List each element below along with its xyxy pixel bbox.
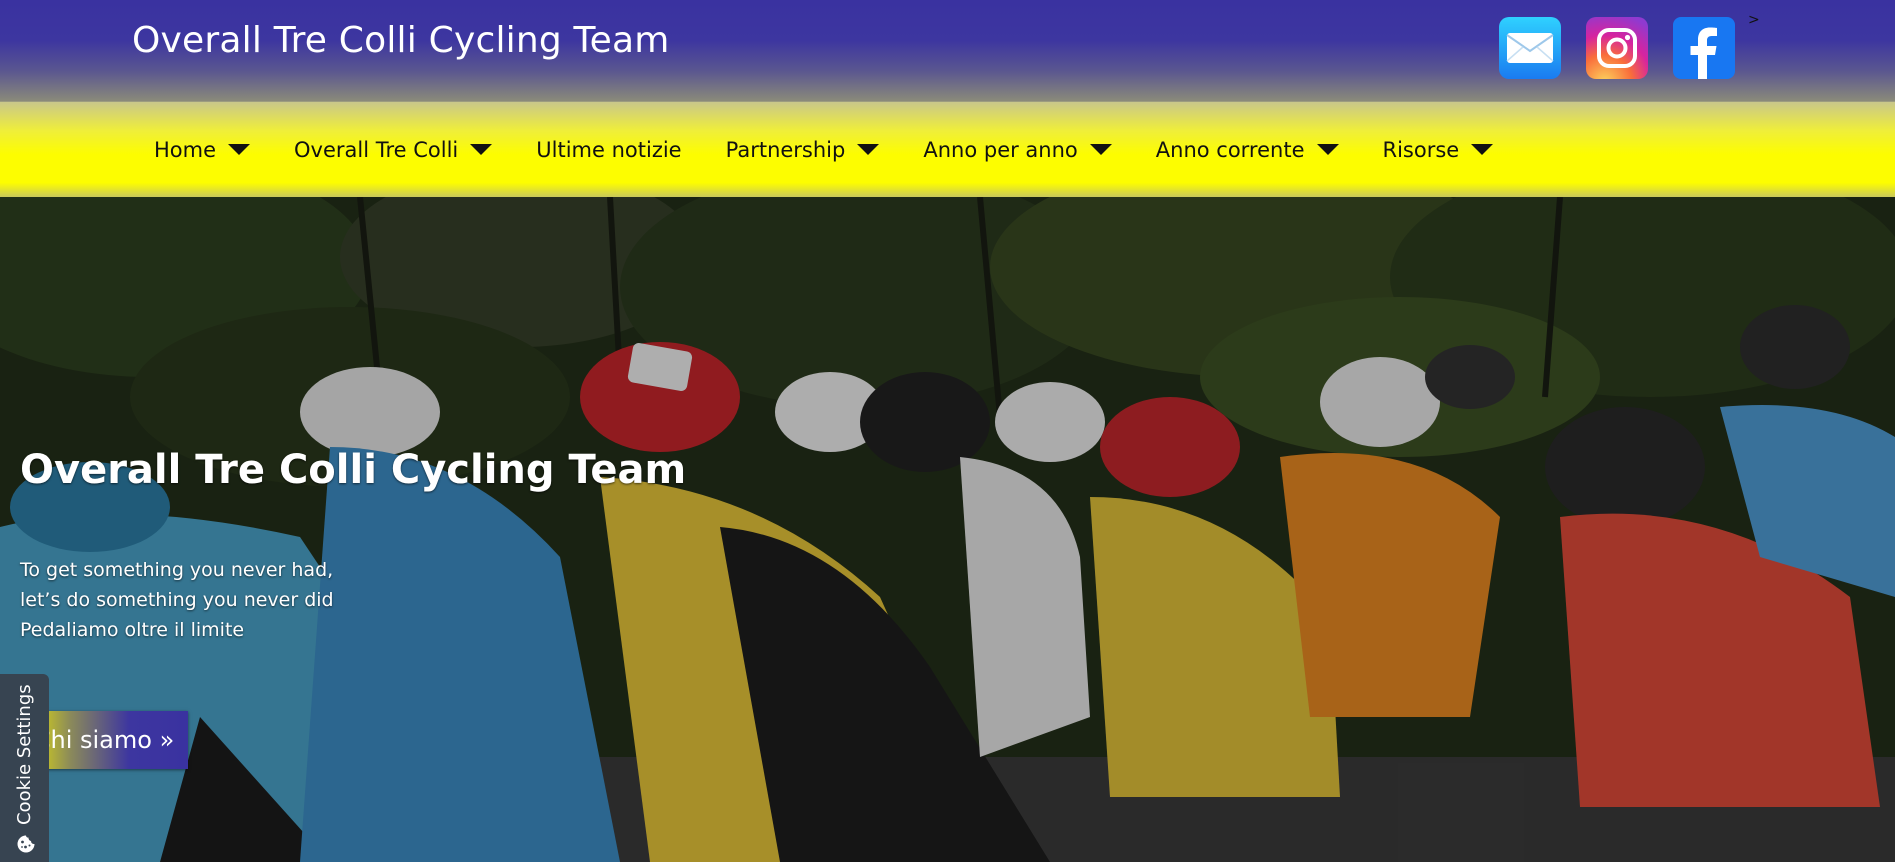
site-header: Overall Tre Colli Cycling Team >	[0, 0, 1895, 101]
main-navigation: Home Overall Tre Colli Ultime notizie Pa…	[0, 101, 1895, 197]
caret-down-icon	[1089, 143, 1112, 155]
cookie-icon[interactable]	[16, 834, 36, 854]
nav-item-label: Anno corrente	[1155, 138, 1305, 162]
instagram-icon[interactable]	[1586, 17, 1648, 79]
nav-item-partnership[interactable]: Partnership	[726, 138, 880, 162]
nav-item-anno-corrente[interactable]: Anno corrente	[1156, 138, 1339, 162]
nav-item-overall-tre-colli[interactable]: Overall Tre Colli	[294, 138, 493, 162]
nav-item-label: Partnership	[725, 138, 846, 162]
nav-item-home[interactable]: Home	[154, 138, 251, 162]
caret-down-icon	[857, 143, 880, 155]
site-title[interactable]: Overall Tre Colli Cycling Team	[132, 20, 670, 61]
nav-item-label: Anno per anno	[923, 138, 1078, 162]
stray-text: >	[1748, 12, 1760, 28]
nav-item-label: Risorse	[1382, 138, 1460, 162]
hero-tagline: To get something you never had, let’s do…	[20, 555, 334, 645]
hero-tagline-line: Pedaliamo oltre il limite	[20, 619, 245, 641]
caret-down-icon	[228, 143, 251, 155]
facebook-icon[interactable]	[1673, 17, 1735, 79]
nav-item-risorse[interactable]: Risorse	[1383, 138, 1494, 162]
nav-item-label: Overall Tre Colli	[294, 138, 459, 162]
caret-down-icon	[1471, 143, 1494, 155]
hero-title: Overall Tre Colli Cycling Team	[20, 447, 687, 493]
hero-tagline-line: let’s do something you never did	[20, 589, 334, 611]
cookie-settings-label[interactable]: Cookie Settings	[14, 684, 35, 825]
nav-item-anno-per-anno[interactable]: Anno per anno	[923, 138, 1112, 162]
nav-item-label: Home	[154, 138, 217, 162]
hero-banner: Overall Tre Colli Cycling Team To get so…	[0, 197, 1895, 862]
caret-down-icon	[1316, 143, 1339, 155]
mail-icon[interactable]	[1499, 17, 1561, 79]
caret-down-icon	[470, 143, 493, 155]
nav-item-label: Ultime notizie	[536, 138, 682, 162]
hero-overlay	[0, 197, 1895, 862]
hero-tagline-line: To get something you never had,	[20, 559, 334, 581]
nav-item-ultime-notizie[interactable]: Ultime notizie	[536, 138, 681, 162]
